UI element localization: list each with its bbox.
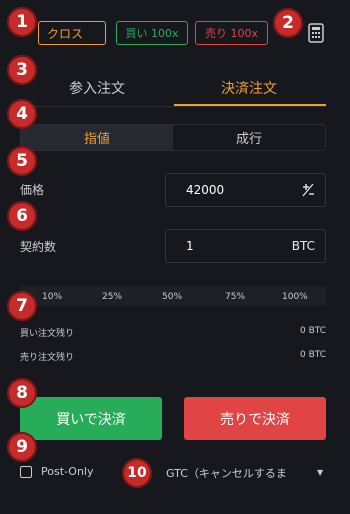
callout-badge-1: 1 (7, 7, 37, 37)
quantity-unit: BTC (291, 239, 315, 253)
slider-mark-100[interactable]: 100% (282, 292, 308, 302)
sell-remaining-label: 売り注文残り (20, 353, 75, 363)
order-type-market[interactable]: 成行 (173, 125, 325, 150)
tab-close-order[interactable]: 決済注文 (174, 78, 324, 98)
calculator-icon[interactable] (308, 23, 324, 43)
quantity-label: 契約数 (20, 240, 57, 254)
sell-leverage-button[interactable]: 売り 100x (195, 21, 268, 45)
buy-remaining-value: 0 BTC (299, 326, 326, 336)
callout-badge-5: 5 (7, 146, 37, 176)
buy-remaining-label: 買い注文残り (20, 329, 75, 339)
quantity-value: 1 (186, 239, 194, 253)
price-input[interactable]: 42000 (165, 173, 326, 207)
buy-leverage-label: 買い 100x (125, 27, 179, 40)
callout-badge-2: 2 (273, 8, 303, 38)
margin-mode-button[interactable]: クロス (38, 21, 106, 45)
price-label: 価格 (20, 183, 45, 197)
buy-leverage-button[interactable]: 買い 100x (116, 21, 188, 45)
buy-close-button[interactable]: 買いで決済 (20, 397, 162, 440)
callout-badge-3: 3 (7, 55, 37, 85)
order-type-toggle: 指値 成行 (20, 124, 326, 151)
callout-badge-4: 4 (7, 99, 37, 129)
callout-badge-8: 8 (7, 378, 37, 408)
caret-down-icon[interactable]: ▼ (317, 468, 323, 477)
callout-badge-10: 10 (122, 458, 152, 488)
buy-close-label: 買いで決済 (56, 411, 126, 428)
sell-leverage-label: 売り 100x (204, 27, 258, 40)
slider-mark-75[interactable]: 75% (225, 292, 245, 302)
slider-mark-25[interactable]: 25% (102, 292, 122, 302)
tab-open-order[interactable]: 参入注文 (22, 78, 172, 98)
order-panel: クロス 買い 100x 売り 100x 参入注文 決済注文 指値 成行 価格 4… (0, 0, 350, 514)
sell-close-button[interactable]: 売りで決済 (184, 397, 326, 440)
plus-minus-icon[interactable] (301, 183, 315, 197)
tab-divider (20, 106, 326, 107)
quantity-input[interactable]: 1 BTC (165, 229, 326, 263)
slider-mark-10[interactable]: 10% (42, 292, 62, 302)
order-type-limit[interactable]: 指値 (21, 125, 173, 150)
callout-badge-6: 6 (7, 201, 37, 231)
callout-badge-7: 7 (7, 291, 37, 321)
slider-mark-50[interactable]: 50% (162, 292, 182, 302)
price-value: 42000 (186, 183, 225, 197)
sell-remaining-value: 0 BTC (299, 350, 326, 360)
sell-close-label: 売りで決済 (220, 411, 290, 428)
post-only-checkbox[interactable] (20, 466, 32, 478)
time-in-force-select[interactable]: GTC（キャンセルするま (166, 465, 287, 481)
post-only-label[interactable]: Post-Only (41, 465, 94, 478)
callout-badge-9: 9 (7, 432, 37, 462)
margin-mode-label: クロス (47, 26, 84, 41)
